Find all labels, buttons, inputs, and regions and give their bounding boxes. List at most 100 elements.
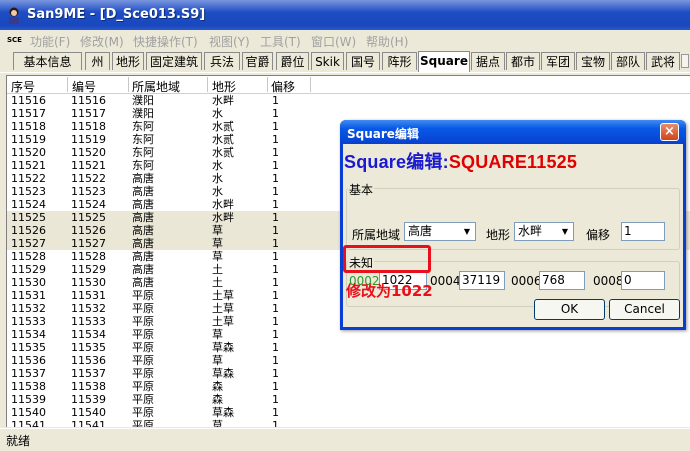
terrain-select[interactable]: 水畔 ▼ [514,222,574,241]
cell-offset: 1 [272,250,279,263]
cell-region: 平原 [132,380,154,393]
tab-general[interactable]: 武将 [646,52,680,70]
col-header-index[interactable]: 序号 [11,78,35,95]
menu-function[interactable]: 功能(F) [30,33,70,50]
cell-code: 11541 [71,419,106,427]
cell-region: 平原 [132,315,154,328]
tab-nation-name[interactable]: 国号 [346,52,380,70]
window-title: San9ME - [D_Sce013.S9] [27,7,206,22]
field-0006-label: 0006 [511,274,542,288]
chevron-down-icon[interactable]: ▼ [459,223,475,240]
cell-offset: 1 [272,159,279,172]
cell-terrain: 森 [212,380,223,393]
cell-region: 东阿 [132,159,154,172]
sce-doc-icon[interactable]: SCE [7,34,23,46]
cell-code: 11525 [71,211,106,224]
tab-unit[interactable]: 部队 [611,52,645,70]
table-row[interactable]: 11540 11540 平原 草森 1 [7,406,690,419]
cell-offset: 1 [272,120,279,133]
field-0008-label: 0008 [593,274,624,288]
cell-offset: 1 [272,406,279,419]
region-select[interactable]: 高唐 ▼ [404,222,476,241]
dialog-title-bar[interactable]: Square编辑 × [340,120,686,144]
annotation-text: 修改为1022 [346,282,433,300]
cell-terrain: 草 [212,250,223,263]
cell-region: 高唐 [132,185,154,198]
offset-input[interactable]: 1 [621,222,665,241]
tab-officials[interactable]: 官爵 [242,52,273,70]
cell-terrain: 水 [212,107,223,120]
cell-terrain: 水贰 [212,146,234,159]
cell-terrain: 土草 [212,315,234,328]
cell-region: 高唐 [132,211,154,224]
cell-terrain: 水贰 [212,133,234,146]
cell-region: 平原 [132,289,154,302]
tab-fixed-buildings[interactable]: 固定建筑 [146,52,202,70]
cell-code: 11524 [71,198,106,211]
menu-tools[interactable]: 工具(T) [260,33,301,50]
cell-terrain: 水 [212,159,223,172]
col-header-offset[interactable]: 偏移 [271,78,295,95]
col-header-terrain[interactable]: 地形 [212,78,236,95]
menu-view[interactable]: 视图(Y) [209,33,250,50]
close-button[interactable]: × [660,123,679,141]
region-value: 高唐 [408,224,433,238]
cell-region: 高唐 [132,250,154,263]
tab-square[interactable]: Square [418,51,470,72]
cell-offset: 1 [272,341,279,354]
tab-tactics[interactable]: 兵法 [204,52,240,70]
cell-code: 11521 [71,159,106,172]
tab-basic-info[interactable]: 基本信息 [13,52,82,70]
cell-index: 11520 [11,146,46,159]
cell-code: 11539 [71,393,106,406]
tab-stronghold[interactable]: 据点 [471,52,505,70]
tab-rank[interactable]: 爵位 [276,52,309,70]
cell-region: 平原 [132,302,154,315]
cell-offset: 1 [272,289,279,302]
heading-square-id: SQUARE11525 [448,152,578,172]
ok-button[interactable]: OK [534,299,605,320]
cell-terrain: 土草 [212,302,234,315]
cell-offset: 1 [272,276,279,289]
close-icon: × [664,124,675,139]
table-row[interactable]: 11538 11538 平原 森 1 [7,380,690,393]
field-0006-input[interactable]: 768 [539,271,585,290]
table-row[interactable]: 11539 11539 平原 森 1 [7,393,690,406]
chevron-down-icon[interactable]: ▼ [557,223,573,240]
table-row[interactable]: 11535 11535 平原 草森 1 [7,341,690,354]
menu-modify[interactable]: 修改(M) [80,33,124,50]
cell-terrain: 草森 [212,367,234,380]
cell-index: 11532 [11,302,46,315]
cell-region: 东阿 [132,120,154,133]
cell-region: 高唐 [132,276,154,289]
menu-window[interactable]: 窗口(W) [311,33,356,50]
tab-skill[interactable]: Skik [311,52,344,70]
cell-region: 平原 [132,341,154,354]
field-0008-input[interactable]: 0 [621,271,665,290]
table-row[interactable]: 11537 11537 平原 草森 1 [7,367,690,380]
menu-quick-ops[interactable]: 快捷操作(T) [133,33,198,50]
col-header-region[interactable]: 所属地域 [132,78,180,95]
cell-code: 11518 [71,120,106,133]
table-row[interactable]: 11517 11517 濮阳 水 1 [7,107,690,120]
cell-terrain: 水 [212,172,223,185]
tab-treasure[interactable]: 宝物 [576,52,610,70]
tab-army-corps[interactable]: 军团 [541,52,575,70]
field-0004-input[interactable]: 37119 [459,271,505,290]
menu-bar: SCE 功能(F) 修改(M) 快捷操作(T) 视图(Y) 工具(T) 窗口(W… [0,30,690,50]
tab-formation[interactable]: 阵形 [382,52,417,70]
cell-terrain: 草森 [212,341,234,354]
tab-city[interactable]: 都市 [506,52,540,70]
table-row[interactable]: 11536 11536 平原 草 1 [7,354,690,367]
menu-help[interactable]: 帮助(H) [366,33,408,50]
cell-terrain: 水畔 [212,198,234,211]
cell-offset: 1 [272,198,279,211]
cell-terrain: 草 [212,328,223,341]
table-row[interactable]: 11541 11541 平原 草 1 [7,419,690,427]
tab-terrain[interactable]: 地形 [112,52,144,70]
table-row[interactable]: 11516 11516 濮阳 水畔 1 [7,94,690,107]
tab-scroll-right-button[interactable] [681,54,689,68]
cancel-button[interactable]: Cancel [609,299,680,320]
tab-province[interactable]: 州 [85,52,110,70]
col-header-code[interactable]: 编号 [72,78,96,95]
